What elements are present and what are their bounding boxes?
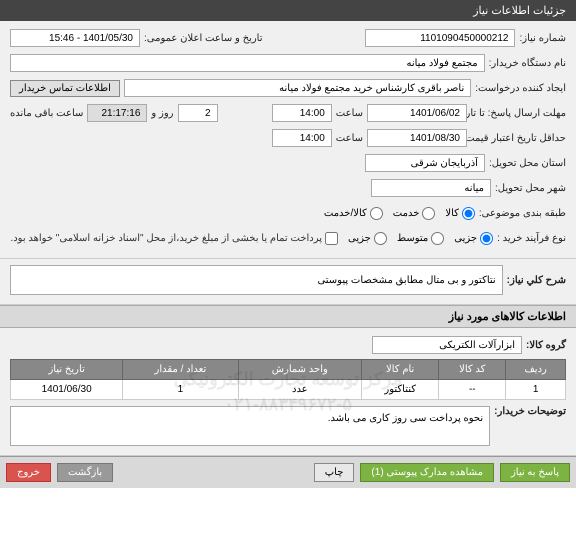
province-label: استان محل تحویل: — [489, 158, 566, 169]
validity-time: 14:00 — [272, 129, 332, 147]
radio-pt-medium[interactable] — [431, 232, 444, 245]
days-label: روز و — [151, 108, 173, 119]
back-button[interactable]: بازگشت — [57, 463, 113, 482]
desc-label: شرح کلي نیاز: — [507, 275, 566, 286]
purchase-type-label: نوع فرآیند خرید : — [497, 233, 566, 244]
desc-value: نتاکتور و بی متال مطابق مشخصات پیوستی — [10, 265, 503, 295]
th-qty: تعداد / مقدار — [123, 360, 238, 380]
goods-table: ردیف کد کالا نام کالا واحد شمارش تعداد /… — [10, 359, 566, 400]
table-row[interactable]: 1 -- کنتاکتور عدد 1 1401/06/30 — [11, 380, 566, 400]
validity-label: حداقل تاریخ اعتبار قیمت: تا تاریخ: — [471, 133, 566, 144]
time-label-2: ساعت — [336, 133, 363, 144]
province-value: آذربایجان شرقی — [365, 154, 485, 172]
creator-label: ایجاد کننده درخواست: — [475, 83, 566, 94]
th-name: نام کالا — [362, 360, 439, 380]
group-label: گروه کالا: — [526, 340, 566, 351]
exit-button[interactable]: خروج — [6, 463, 51, 482]
pt-medium[interactable]: متوسط — [397, 232, 444, 245]
purchase-note-check[interactable]: پرداخت تمام یا بخشی از مبلغ خرید،از محل … — [10, 232, 338, 245]
cell-qty: 1 — [123, 380, 238, 400]
city-label: شهر محل تحویل: — [495, 183, 566, 194]
description-panel: شرح کلي نیاز: نتاکتور و بی متال مطابق مش… — [0, 259, 576, 305]
footer-toolbar: پاسخ به نیاز مشاهده مدارک پیوستی (1) چاپ… — [0, 456, 576, 488]
announce-label: تاریخ و ساعت اعلان عمومی: — [144, 33, 263, 44]
radio-both[interactable] — [370, 207, 383, 220]
remaining-label: ساعت باقی مانده — [10, 108, 83, 119]
days-remaining: 2 — [178, 104, 218, 122]
cell-date: 1401/06/30 — [11, 380, 123, 400]
validity-date: 1401/08/30 — [367, 129, 467, 147]
radio-pt-large[interactable] — [374, 232, 387, 245]
th-unit: واحد شمارش — [238, 360, 362, 380]
need-number-value: 1101090450000212 — [365, 29, 515, 47]
deadline-label: مهلت ارسال پاسخ: تا تاریخ: — [471, 108, 566, 119]
announce-value: 1401/05/30 - 15:46 — [10, 29, 140, 47]
category-goods[interactable]: کالا — [445, 207, 475, 220]
window-titlebar: جزئیات اطلاعات نیاز — [0, 0, 576, 21]
cell-unit: عدد — [238, 380, 362, 400]
need-number-label: شماره نیاز: — [519, 33, 566, 44]
pt-large[interactable]: جزیی — [348, 232, 387, 245]
cell-name: کنتاکتور — [362, 380, 439, 400]
goods-panel: مرکز توسعه تجارت الکترونیکی ۰۲۱-۸۸۳۴۹۶۷۲… — [0, 328, 576, 456]
category-radio-group: کالا خدمت کالا/خدمت — [324, 207, 475, 220]
time-label-1: ساعت — [336, 108, 363, 119]
buyer-label: نام دستگاه خریدار: — [489, 58, 566, 69]
checkbox-note[interactable] — [325, 232, 338, 245]
print-button[interactable]: چاپ — [314, 463, 355, 482]
th-row: ردیف — [506, 360, 566, 380]
category-label: طبقه بندی موضوعی: — [479, 208, 566, 219]
deadline-date: 1401/06/02 — [367, 104, 467, 122]
radio-service[interactable] — [422, 207, 435, 220]
goods-section-header: اطلاعات کالاهای مورد نیاز — [0, 305, 576, 328]
category-service[interactable]: خدمت — [393, 207, 436, 220]
buyer-value: مجتمع فولاد میانه — [10, 54, 485, 72]
th-code: کد کالا — [439, 360, 506, 380]
attachments-button[interactable]: مشاهده مدارک پیوستی (1) — [360, 463, 494, 482]
radio-goods[interactable] — [462, 207, 475, 220]
creator-value: ناصر باقری کارشناس خرید مجتمع فولاد میان… — [124, 79, 471, 97]
pt-small[interactable]: جزیی — [454, 232, 493, 245]
contact-info-button[interactable]: اطلاعات تماس خریدار — [10, 80, 120, 97]
respond-button[interactable]: پاسخ به نیاز — [500, 463, 570, 482]
group-value: ابزارآلات الکتریکی — [372, 336, 522, 354]
time-remaining: 21:17:16 — [87, 104, 147, 122]
deadline-time: 14:00 — [272, 104, 332, 122]
details-panel: شماره نیاز: 1101090450000212 تاریخ و ساع… — [0, 21, 576, 259]
buyer-notes-label: توضیحات خریدار: — [494, 406, 566, 417]
cell-code: -- — [439, 380, 506, 400]
category-both[interactable]: کالا/خدمت — [324, 207, 383, 220]
th-date: تاریخ نیاز — [11, 360, 123, 380]
table-header-row: ردیف کد کالا نام کالا واحد شمارش تعداد /… — [11, 360, 566, 380]
purchase-type-group: جزیی متوسط جزیی پرداخت تمام یا بخشی از م… — [10, 232, 493, 245]
radio-pt-small[interactable] — [480, 232, 493, 245]
cell-row: 1 — [506, 380, 566, 400]
city-value: میانه — [371, 179, 491, 197]
buyer-notes-value: نحوه پرداخت سی روز کاری می باشد. — [10, 406, 490, 446]
